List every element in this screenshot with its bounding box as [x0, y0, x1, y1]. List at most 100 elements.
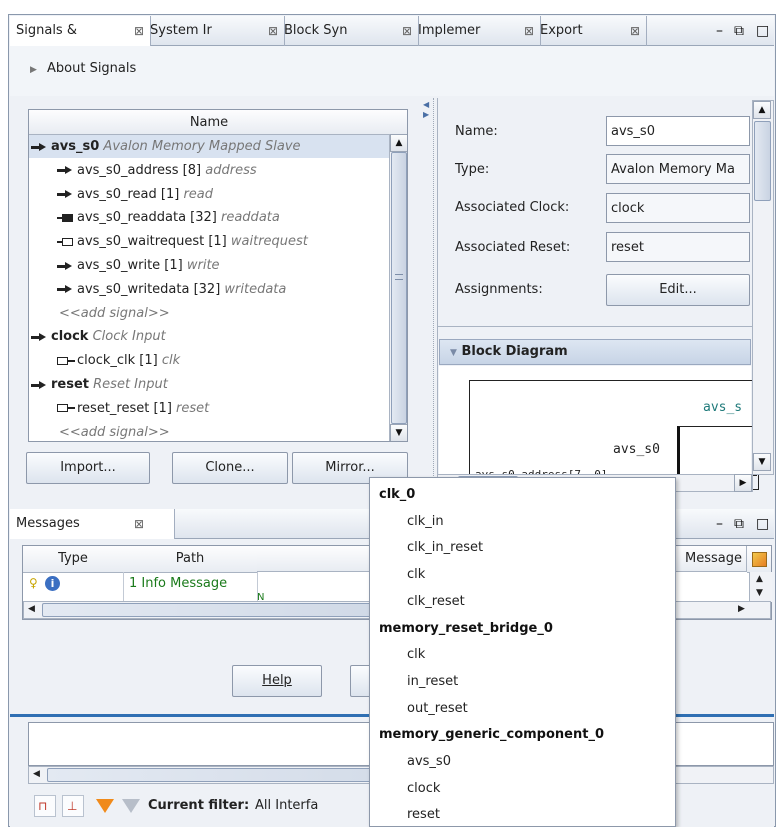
close-icon[interactable]: ⊠	[630, 16, 640, 46]
path-column-header[interactable]: Path	[123, 546, 258, 573]
signals-tree[interactable]: Name avs_s0 Avalon Memory Mapped Slave av…	[28, 109, 408, 442]
name-label: Name:	[455, 124, 498, 139]
close-icon[interactable]: ⊠	[134, 16, 144, 46]
signal-row[interactable]: clock_clk [1] clk	[29, 349, 407, 372]
add-signal-row[interactable]: <<add signal>>	[29, 421, 407, 441]
column-picker-icon[interactable]	[747, 546, 771, 573]
scroll-thumb[interactable]	[391, 152, 407, 424]
interface-popup-menu[interactable]: clk_0 clk_in clk_in_reset clk clk_reset memor…	[369, 477, 676, 827]
signal-description: read	[183, 186, 214, 202]
menu-group-header: clk_0	[379, 487, 416, 502]
menu-item[interactable]: clk	[370, 561, 675, 588]
scroll-left-icon[interactable]: ◀	[33, 769, 40, 779]
associated-reset-label: Associated Reset:	[455, 240, 571, 255]
scroll-down-icon[interactable]: ▼	[390, 424, 407, 441]
close-icon[interactable]: ⊠	[524, 16, 534, 46]
menu-item[interactable]: in_reset	[370, 668, 675, 695]
scroll-left-icon[interactable]: ◀	[28, 604, 35, 614]
waveform-icon[interactable]: ⊓	[34, 795, 56, 817]
menu-item[interactable]: out_reset	[370, 695, 675, 722]
scroll-right-icon[interactable]: ▶	[738, 604, 745, 614]
close-icon[interactable]: ⊠	[268, 16, 278, 46]
interface-icon	[31, 380, 47, 389]
signal-row[interactable]: avs_s0_write [1] write	[29, 254, 407, 277]
menu-item[interactable]: clk_reset	[370, 588, 675, 615]
tab-label: Messages	[16, 516, 80, 531]
minimize-icon[interactable]: –	[716, 16, 723, 46]
help-button-label: Help	[262, 673, 292, 688]
tab-export[interactable]: Export ⊠	[534, 16, 647, 46]
signal-description: clk	[161, 353, 181, 369]
signal-name: avs_s0_read [1]	[77, 186, 180, 202]
add-signal-row[interactable]: <<add signal>>	[29, 302, 407, 325]
header-corner	[389, 110, 407, 135]
expand-triangle-icon[interactable]: ▶	[30, 65, 37, 75]
restore-icon[interactable]: ⧉	[734, 509, 744, 539]
tree-vertical-scrollbar[interactable]: ▲ ▼	[389, 134, 407, 441]
collapse-triangle-icon[interactable]: ▼	[450, 348, 457, 358]
import-button[interactable]: Import...	[26, 452, 150, 484]
signal-row[interactable]: avs_s0_read [1] read	[29, 183, 407, 206]
scroll-down-icon[interactable]: ▼	[753, 453, 771, 471]
signal-name: avs_s0_writedata [32]	[77, 281, 221, 297]
scroll-down-icon[interactable]: ▼	[756, 588, 763, 598]
maximize-icon[interactable]: □	[756, 16, 769, 46]
tab-messages[interactable]: Messages ⊠	[10, 509, 175, 539]
menu-item[interactable]: reset	[370, 801, 675, 826]
name-field[interactable]: avs_s0	[606, 116, 750, 146]
block-diagram-header[interactable]: ▼ Block Diagram	[439, 339, 751, 365]
interface-row[interactable]: avs_s0 Avalon Memory Mapped Slave	[29, 135, 389, 158]
minimize-icon[interactable]: –	[716, 509, 723, 539]
signal-row[interactable]: avs_s0_address [8] address	[29, 159, 407, 182]
signal-row[interactable]: reset_reset [1] reset	[29, 397, 407, 420]
tab-signals[interactable]: Signals & ⊠	[10, 16, 151, 46]
tab-implementation[interactable]: Implemer ⊠	[412, 16, 541, 46]
component-name-label: avs_s	[703, 400, 743, 415]
tab-label: Implemer	[418, 23, 481, 38]
signal-name: avs_s0_readdata [32]	[77, 210, 217, 226]
scroll-up-icon[interactable]: ▲	[753, 101, 771, 119]
interface-row[interactable]: clock Clock Input	[29, 325, 389, 348]
signal-row[interactable]: avs_s0_waitrequest [1] waitrequest	[29, 230, 407, 253]
collapse-left-icon[interactable]: ◀	[423, 100, 429, 109]
clone-button[interactable]: Clone...	[172, 452, 288, 484]
filter-icon[interactable]	[94, 795, 116, 817]
menu-item[interactable]: clk_in	[370, 508, 675, 535]
scroll-thumb[interactable]	[754, 121, 771, 201]
type-select[interactable]: Avalon Memory Ma	[606, 154, 750, 184]
restore-icon[interactable]: ⧉	[734, 16, 744, 46]
collapse-right-icon[interactable]: ▶	[423, 110, 429, 119]
menu-group-header: memory_generic_component_0	[379, 727, 604, 743]
signal-name: reset_reset [1]	[77, 400, 172, 416]
close-icon[interactable]: ⊠	[402, 16, 412, 46]
help-button[interactable]: Help	[232, 665, 322, 697]
tab-block-symbol[interactable]: Block Syn ⊠	[278, 16, 419, 46]
signal-row[interactable]: avs_s0_writedata [32] writedata	[29, 278, 407, 301]
close-icon[interactable]: ⊠	[134, 509, 144, 539]
clear-filter-icon[interactable]	[120, 795, 142, 817]
signal-description: Clock Input	[92, 329, 166, 345]
associated-reset-select[interactable]: reset	[606, 232, 750, 262]
info-icon: i	[45, 576, 60, 591]
menu-item[interactable]: clk_in_reset	[370, 534, 675, 561]
menu-item[interactable]: clk	[370, 641, 675, 668]
tab-label: Export	[540, 23, 583, 38]
scroll-right-icon[interactable]: ▶	[734, 474, 752, 492]
scroll-up-icon[interactable]: ▲	[390, 134, 407, 152]
tab-system-info[interactable]: System Ir ⊠	[144, 16, 285, 46]
signal-row[interactable]: avs_s0_readdata [32] readdata	[29, 206, 407, 229]
type-column-header[interactable]: Type	[23, 546, 124, 573]
panel-splitter[interactable]: ◀ ▶	[420, 98, 434, 498]
interface-row[interactable]: reset Reset Input	[29, 373, 389, 396]
menu-item[interactable]: avs_s0	[370, 748, 675, 775]
maximize-icon[interactable]: □	[756, 509, 769, 539]
edit-assignments-button[interactable]: Edit...	[606, 274, 750, 306]
name-column-header[interactable]: Name	[29, 110, 390, 135]
associated-clock-select[interactable]: clock	[606, 193, 750, 223]
menu-item[interactable]: clock	[370, 775, 675, 802]
properties-vertical-scrollbar[interactable]: ▲ ▼	[752, 100, 774, 475]
scroll-up-icon[interactable]: ▲	[756, 574, 763, 584]
messages-vertical-scrollbar[interactable]: ▲ ▼	[749, 572, 772, 602]
split-signal-icon[interactable]: ⊥	[62, 795, 84, 817]
about-signals-section[interactable]: ▶ About Signals	[10, 46, 774, 96]
